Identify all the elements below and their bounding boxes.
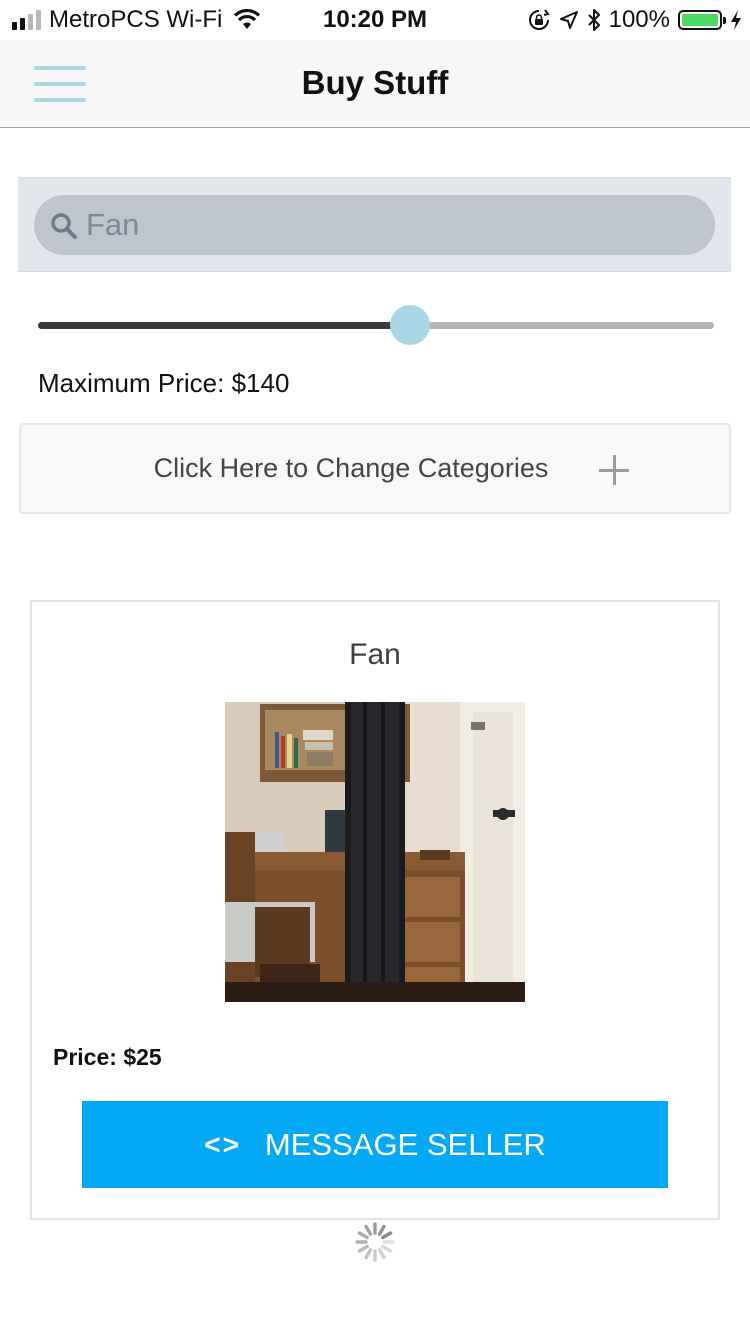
- spinner-tick: [364, 1224, 373, 1236]
- plus-icon: [599, 455, 629, 485]
- slider-track-fill: [38, 322, 410, 329]
- spinner-tick: [364, 1248, 373, 1260]
- listing-title: Fan: [349, 638, 401, 671]
- spinner-tick: [357, 1231, 369, 1240]
- change-categories-label: Click Here to Change Categories: [153, 453, 549, 483]
- status-right: 100%: [527, 6, 742, 34]
- search-field[interactable]: [34, 195, 715, 255]
- listing-price: Price: $25: [53, 1044, 162, 1070]
- product-photo[interactable]: [225, 702, 525, 1002]
- spinner-tick: [381, 1244, 393, 1253]
- search-icon: [51, 213, 77, 239]
- change-categories-button[interactable]: Click Here to Change Categories: [19, 423, 731, 514]
- max-price-label: Maximum Price: $140: [38, 368, 290, 398]
- message-seller-button[interactable]: <> MESSAGE SELLER: [82, 1101, 668, 1188]
- spinner-tick: [377, 1248, 386, 1260]
- listing-card: Fan Price: $25 <> MESSAGE SELLER: [30, 600, 720, 1220]
- slider-thumb[interactable]: [390, 305, 430, 345]
- battery-percent: 100%: [608, 6, 670, 33]
- page-title: Buy Stuff: [301, 64, 449, 101]
- status-bar: MetroPCS Wi-Fi 10:20 PM 100%: [0, 0, 750, 40]
- search-bar: [18, 177, 731, 272]
- product-photo-illustration: [225, 702, 525, 1002]
- battery-icon: [678, 10, 726, 30]
- spinner-tick: [381, 1231, 393, 1240]
- message-seller-label: MESSAGE SELLER: [264, 1126, 546, 1162]
- spinner-tick: [377, 1224, 386, 1236]
- max-price-slider[interactable]: [38, 305, 714, 345]
- navigation-bar: Buy Stuff: [0, 40, 750, 128]
- charging-bolt-icon: [731, 10, 741, 30]
- loading-spinner-icon: [355, 1222, 395, 1262]
- search-input[interactable]: [86, 203, 686, 247]
- bluetooth-icon: [587, 9, 600, 31]
- spinner-tick: [357, 1244, 369, 1253]
- orientation-lock-icon: [528, 9, 550, 30]
- location-arrow-icon: [559, 11, 578, 29]
- code-brackets-icon: <>: [204, 1128, 241, 1160]
